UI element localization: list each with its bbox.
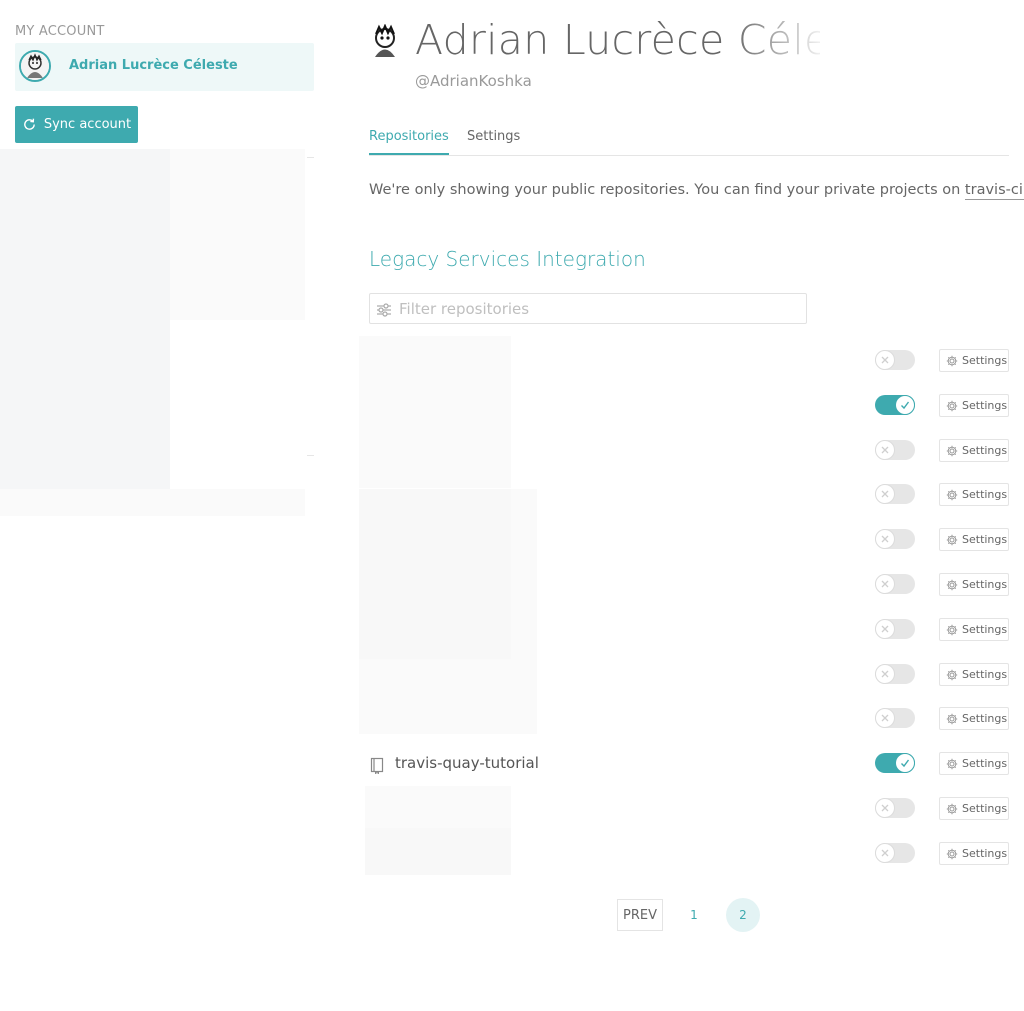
gear-icon xyxy=(946,355,958,367)
sidebar-account-name: Adrian Lucrèce Céleste xyxy=(69,58,238,73)
repo-settings-label: Settings xyxy=(962,623,1008,636)
x-icon xyxy=(875,440,895,460)
x-icon xyxy=(875,619,895,639)
repo-settings-button[interactable]: Settings xyxy=(939,663,1009,686)
travis-ci-com-link[interactable]: travis-ci.com xyxy=(964,182,1024,200)
gear-icon xyxy=(946,848,958,860)
repo-settings-label: Settings xyxy=(962,399,1008,412)
check-icon xyxy=(895,753,915,773)
repo-toggle-switch[interactable] xyxy=(875,529,915,549)
repo-loading-placeholder xyxy=(359,336,511,488)
x-icon xyxy=(875,708,895,728)
repo-settings-label: Settings xyxy=(962,802,1008,815)
repo-toggle-switch[interactable] xyxy=(875,484,915,504)
repo-settings-label: Settings xyxy=(962,668,1008,681)
pagination-page-2-current[interactable]: 2 xyxy=(726,898,760,932)
x-icon xyxy=(875,529,895,549)
repo-settings-button[interactable]: Settings xyxy=(939,483,1009,506)
sidebar-loading-placeholder xyxy=(170,149,305,320)
filter-icon xyxy=(376,302,392,322)
repo-settings-label: Settings xyxy=(962,444,1008,457)
gear-icon xyxy=(946,669,958,681)
sidebar-account-item[interactable]: Adrian Lucrèce Céleste xyxy=(15,43,314,91)
repo-settings-label: Settings xyxy=(962,712,1008,725)
x-icon xyxy=(875,843,895,863)
repo-settings-label: Settings xyxy=(962,847,1008,860)
gear-icon xyxy=(946,758,958,770)
repo-toggle-switch[interactable] xyxy=(875,708,915,728)
x-icon xyxy=(875,484,895,504)
repo-icon xyxy=(370,757,385,778)
repo-toggle-switch[interactable] xyxy=(875,753,915,773)
repo-settings-button[interactable]: Settings xyxy=(939,842,1009,865)
sidebar-loading-placeholder xyxy=(0,489,305,516)
x-icon xyxy=(875,574,895,594)
divider xyxy=(307,455,314,456)
x-icon xyxy=(875,350,895,370)
repo-toggle-switch[interactable] xyxy=(875,664,915,684)
repo-settings-button[interactable]: Settings xyxy=(939,752,1009,775)
repo-toggle-switch[interactable] xyxy=(875,798,915,818)
pagination-prev-button[interactable]: PREV xyxy=(617,899,663,931)
repo-loading-placeholder xyxy=(511,489,537,734)
repo-toggle-switch[interactable] xyxy=(875,440,915,460)
sync-account-label: Sync account xyxy=(43,117,132,132)
x-icon xyxy=(875,664,895,684)
sync-account-button[interactable]: Sync account xyxy=(15,106,138,143)
repo-settings-label: Settings xyxy=(962,533,1008,546)
repo-settings-button[interactable]: Settings xyxy=(939,573,1009,596)
gear-icon xyxy=(946,534,958,546)
x-icon xyxy=(875,798,895,818)
gear-icon xyxy=(946,713,958,725)
repo-toggle-switch[interactable] xyxy=(875,619,915,639)
repo-toggle-switch[interactable] xyxy=(875,395,915,415)
pagination-page-1[interactable]: 1 xyxy=(677,898,711,932)
profile-name: Adrian Lucrèce Céleste xyxy=(415,16,820,64)
repo-toggle-switch[interactable] xyxy=(875,843,915,863)
profile-avatar xyxy=(370,23,400,58)
repo-settings-button[interactable]: Settings xyxy=(939,528,1009,551)
repo-settings-label: Settings xyxy=(962,354,1008,367)
repo-settings-button[interactable]: Settings xyxy=(939,349,1009,372)
section-title: Legacy Services Integration xyxy=(369,247,646,271)
repo-toggle-switch[interactable] xyxy=(875,350,915,370)
profile-handle: @AdrianKoshka xyxy=(415,72,532,90)
tab-repositories[interactable]: Repositories xyxy=(369,129,449,155)
gear-icon xyxy=(946,400,958,412)
repo-toggle-switch[interactable] xyxy=(875,574,915,594)
sync-icon xyxy=(22,117,37,132)
repo-settings-button[interactable]: Settings xyxy=(939,394,1009,417)
public-repos-notice: We're only showing your public repositor… xyxy=(369,182,1024,200)
repo-settings-label: Settings xyxy=(962,488,1008,501)
tab-bar: Repositories Settings xyxy=(369,124,1009,156)
gear-icon xyxy=(946,489,958,501)
repo-settings-label: Settings xyxy=(962,578,1008,591)
repo-loading-placeholder xyxy=(365,786,511,828)
repo-settings-button[interactable]: Settings xyxy=(939,439,1009,462)
sidebar-section-title: MY ACCOUNT xyxy=(15,24,105,39)
gear-icon xyxy=(946,579,958,591)
repo-settings-button[interactable]: Settings xyxy=(939,797,1009,820)
repo-name[interactable]: travis-quay-tutorial xyxy=(395,754,539,772)
filter-repositories-input[interactable] xyxy=(399,298,799,320)
repo-settings-button[interactable]: Settings xyxy=(939,618,1009,641)
repo-loading-placeholder xyxy=(359,489,511,659)
sidebar-loading-placeholder xyxy=(0,149,170,489)
check-icon xyxy=(895,395,915,415)
repo-loading-placeholder xyxy=(365,828,511,875)
tab-settings[interactable]: Settings xyxy=(467,129,520,144)
divider xyxy=(307,157,314,158)
notice-text: We're only showing your public repositor… xyxy=(369,182,965,198)
avatar xyxy=(19,50,51,82)
gear-icon xyxy=(946,445,958,457)
gear-icon xyxy=(946,624,958,636)
gear-icon xyxy=(946,803,958,815)
repo-settings-label: Settings xyxy=(962,757,1008,770)
repo-loading-placeholder xyxy=(359,659,511,734)
repo-settings-button[interactable]: Settings xyxy=(939,707,1009,730)
filter-box xyxy=(369,293,807,324)
